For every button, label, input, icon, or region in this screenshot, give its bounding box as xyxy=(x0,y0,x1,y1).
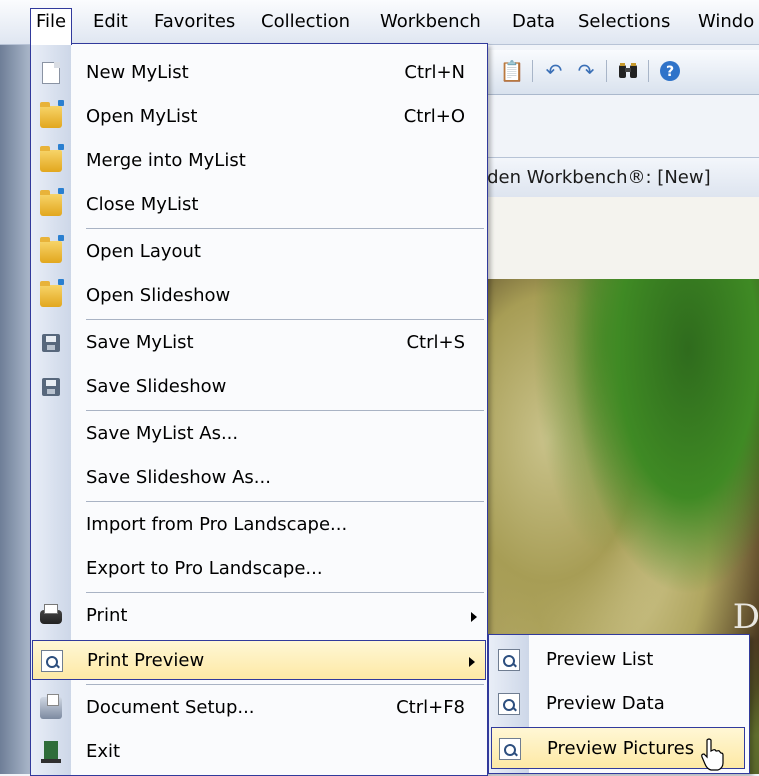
menu-item-label: Open Layout xyxy=(86,241,201,262)
menu-separator xyxy=(86,684,484,685)
open-folder-icon xyxy=(40,144,64,172)
menu-collection[interactable]: Collection xyxy=(256,9,355,35)
menu-item-label: Close MyList xyxy=(86,194,199,215)
menu-item-exit[interactable]: Exit xyxy=(31,732,487,772)
disk-icon xyxy=(42,334,60,352)
open-folder-icon xyxy=(40,235,64,263)
menu-item-save-mylist-as[interactable]: Save MyList As... xyxy=(31,414,487,454)
menu-item-import-pro-landscape[interactable]: Import from Pro Landscape... xyxy=(31,505,487,545)
open-folder-icon xyxy=(40,100,64,128)
new-page-icon xyxy=(42,62,60,84)
menu-item-save-slideshow[interactable]: Save Slideshow xyxy=(31,367,487,407)
submenu-item-preview-data[interactable]: Preview Data xyxy=(489,683,749,725)
exit-icon xyxy=(41,741,61,763)
menu-selections[interactable]: Selections xyxy=(573,9,675,35)
menu-item-label: Export to Pro Landscape... xyxy=(86,558,323,579)
menu-bar: File Edit Favorites Collection Workbench… xyxy=(0,0,759,45)
print-preview-icon xyxy=(498,649,520,671)
menu-edit[interactable]: Edit xyxy=(88,9,133,35)
menu-item-label: Save Slideshow As... xyxy=(86,467,271,488)
submenu-item-label: Preview Pictures xyxy=(547,738,695,759)
menu-item-label: Merge into MyList xyxy=(86,150,246,171)
menu-separator xyxy=(86,592,484,593)
submenu-item-preview-list[interactable]: Preview List xyxy=(489,639,749,681)
menu-item-save-mylist[interactable]: Save MyList Ctrl+S xyxy=(31,323,487,363)
close-folder-icon xyxy=(40,188,64,216)
menu-item-label: Import from Pro Landscape... xyxy=(86,514,348,535)
document-area xyxy=(488,197,759,279)
menu-item-export-pro-landscape[interactable]: Export to Pro Landscape... xyxy=(31,549,487,589)
menu-item-label: Save MyList xyxy=(86,332,194,353)
menu-item-label: Save Slideshow xyxy=(86,376,227,397)
submenu-item-label: Preview List xyxy=(546,649,654,670)
file-menu: New MyList Ctrl+N Open MyList Ctrl+O Mer… xyxy=(30,43,488,776)
menu-workbench[interactable]: Workbench xyxy=(375,9,486,35)
menu-separator xyxy=(86,228,484,229)
menu-item-label: Save MyList As... xyxy=(86,423,239,444)
submenu-arrow-icon xyxy=(471,612,477,622)
menu-item-close-mylist[interactable]: Close MyList xyxy=(31,185,487,225)
menu-data[interactable]: Data xyxy=(507,9,560,35)
toolbar-separator xyxy=(532,60,533,82)
submenu-arrow-icon xyxy=(469,657,475,667)
toolbar-separator xyxy=(648,60,649,82)
menu-item-merge-into-mylist[interactable]: Merge into MyList xyxy=(31,141,487,181)
document-title-bar: rden Workbench®: [New] xyxy=(480,157,759,199)
document-setup-icon xyxy=(40,694,62,719)
menu-separator xyxy=(86,410,484,411)
menu-item-label: Print Preview xyxy=(87,650,205,671)
menu-item-save-slideshow-as[interactable]: Save Slideshow As... xyxy=(31,458,487,498)
toolbar-separator xyxy=(606,60,607,82)
print-preview-icon xyxy=(499,738,521,760)
menu-item-open-slideshow[interactable]: Open Slideshow xyxy=(31,276,487,316)
menu-item-shortcut: Ctrl+S xyxy=(406,332,465,353)
menu-item-shortcut: Ctrl+F8 xyxy=(396,697,465,718)
help-icon[interactable]: ? xyxy=(656,57,684,85)
menu-favorites[interactable]: Favorites xyxy=(149,9,240,35)
print-preview-icon xyxy=(498,693,520,715)
menu-window[interactable]: Windo xyxy=(693,9,759,35)
menu-item-print[interactable]: Print xyxy=(31,596,487,636)
menu-item-new-mylist[interactable]: New MyList Ctrl+N xyxy=(31,53,487,93)
menu-separator xyxy=(86,501,484,502)
window-edge xyxy=(0,44,30,774)
redo-icon[interactable]: ↷ xyxy=(572,57,600,85)
photo-overlay-text: D xyxy=(732,597,759,637)
submenu-item-label: Preview Data xyxy=(546,693,665,714)
menu-item-open-mylist[interactable]: Open MyList Ctrl+O xyxy=(31,97,487,137)
menu-item-open-layout[interactable]: Open Layout xyxy=(31,232,487,272)
paste-icon[interactable]: 📋 xyxy=(498,57,526,85)
disk-icon xyxy=(42,378,60,396)
hand-cursor-icon xyxy=(701,738,724,771)
binoculars-icon[interactable] xyxy=(614,57,642,85)
print-preview-icon xyxy=(41,650,63,672)
document-title: rden Workbench®: [New] xyxy=(480,167,711,188)
undo-icon[interactable]: ↶ xyxy=(540,57,568,85)
svg-text:?: ? xyxy=(666,64,674,80)
printer-icon xyxy=(40,604,62,624)
menu-item-label: Open Slideshow xyxy=(86,285,231,306)
menu-item-label: Exit xyxy=(86,741,121,762)
toolbar: 📋 ↶ ↷ ? xyxy=(488,50,759,95)
menu-item-shortcut: Ctrl+O xyxy=(403,106,465,127)
menu-item-label: New MyList xyxy=(86,62,189,83)
open-folder-icon xyxy=(40,279,64,307)
menu-item-print-preview[interactable]: Print Preview xyxy=(32,640,486,680)
menu-item-shortcut: Ctrl+N xyxy=(404,62,465,83)
menu-separator xyxy=(86,319,484,320)
menu-item-label: Open MyList xyxy=(86,106,198,127)
menu-item-document-setup[interactable]: Document Setup... Ctrl+F8 xyxy=(31,688,487,728)
menu-file[interactable]: File xyxy=(30,8,73,45)
menu-item-label: Document Setup... xyxy=(86,697,255,718)
menu-item-label: Print xyxy=(86,605,128,626)
